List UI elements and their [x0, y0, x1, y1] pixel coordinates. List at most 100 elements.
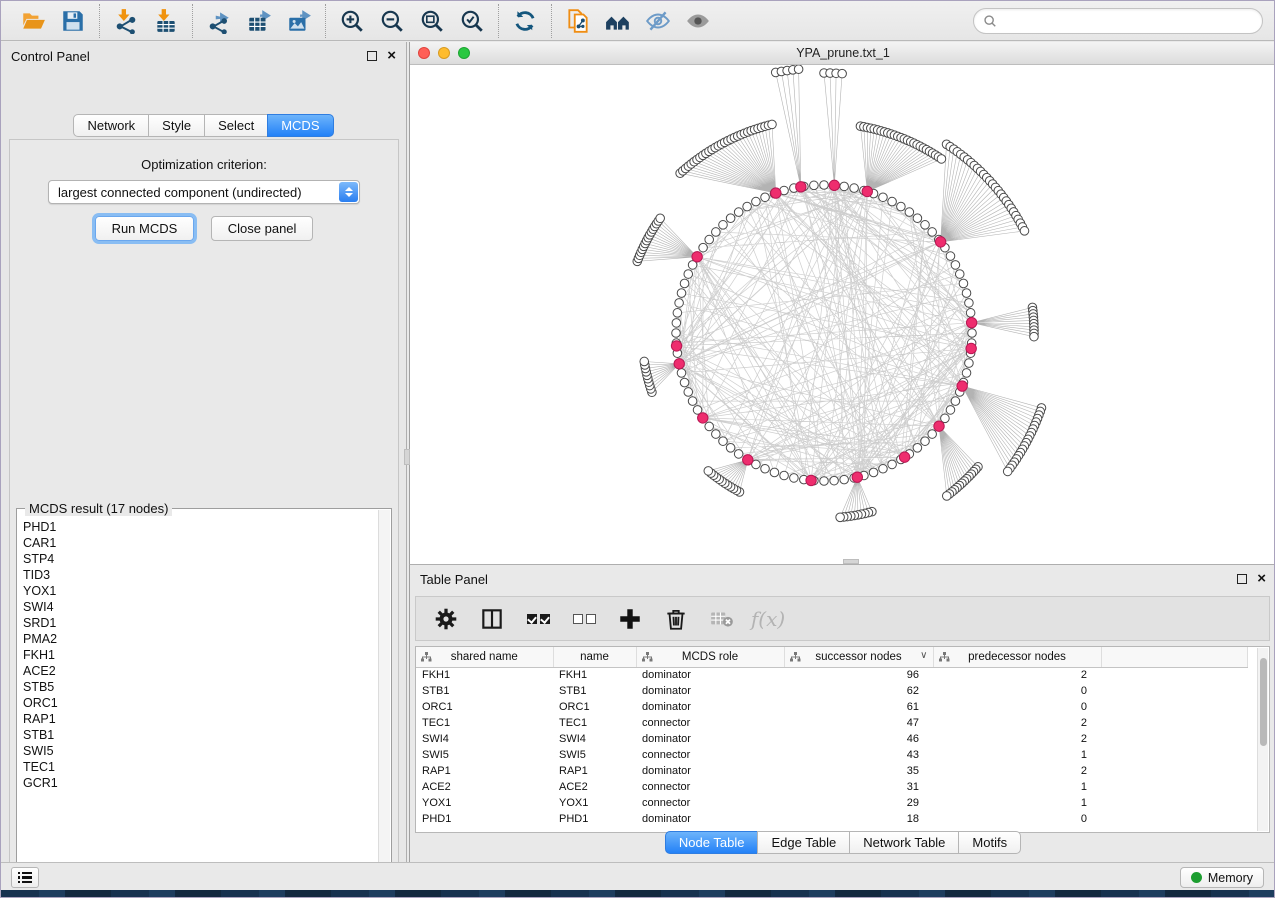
- import-network-icon[interactable]: [110, 6, 142, 36]
- table-row[interactable]: STB1STB1dominator620: [416, 683, 1248, 699]
- deselect-all-checks-icon[interactable]: [570, 604, 598, 634]
- table-cell[interactable]: RAP1: [553, 763, 636, 779]
- vertical-splitter-handle[interactable]: [404, 449, 410, 465]
- show-columns-icon[interactable]: [478, 604, 506, 634]
- memory-button[interactable]: Memory: [1180, 867, 1264, 888]
- window-zoom-icon[interactable]: [458, 47, 470, 59]
- add-column-icon[interactable]: [616, 604, 644, 634]
- task-history-button[interactable]: [11, 867, 39, 888]
- table-cell[interactable]: ACE2: [416, 779, 553, 795]
- delete-column-icon[interactable]: [662, 604, 690, 634]
- table-row[interactable]: RAP1RAP1dominator352: [416, 763, 1248, 779]
- table-cell[interactable]: [1101, 667, 1248, 683]
- window-minimize-icon[interactable]: [438, 47, 450, 59]
- table-cell[interactable]: 1: [933, 779, 1101, 795]
- table-cell[interactable]: FKH1: [553, 667, 636, 683]
- zoom-in-icon[interactable]: [336, 6, 368, 36]
- table-cell[interactable]: 61: [784, 699, 933, 715]
- table-cell[interactable]: connector: [636, 795, 784, 811]
- column-header-mcds-role[interactable]: MCDS role: [636, 647, 784, 667]
- zoom-fit-icon[interactable]: [416, 6, 448, 36]
- hide-selected-icon[interactable]: [642, 6, 674, 36]
- mcds-result-item[interactable]: RAP1: [23, 711, 378, 727]
- table-cell[interactable]: connector: [636, 715, 784, 731]
- table-cell[interactable]: TEC1: [553, 715, 636, 731]
- table-cell[interactable]: [1101, 699, 1248, 715]
- float-table-panel-icon[interactable]: [1237, 574, 1247, 584]
- table-row[interactable]: SWI5SWI5connector431: [416, 747, 1248, 763]
- table-cell[interactable]: 0: [933, 699, 1101, 715]
- table-cell[interactable]: 2: [933, 763, 1101, 779]
- table-cell[interactable]: SWI5: [553, 747, 636, 763]
- table-cell[interactable]: 43: [784, 747, 933, 763]
- table-cell[interactable]: [1101, 763, 1248, 779]
- table-settings-gear-icon[interactable]: [432, 604, 460, 634]
- mcds-result-item[interactable]: PMA2: [23, 631, 378, 647]
- mcds-result-item[interactable]: TEC1: [23, 759, 378, 775]
- tab-network[interactable]: Network: [73, 114, 149, 137]
- table-cell[interactable]: ORC1: [553, 699, 636, 715]
- tab-network-table[interactable]: Network Table: [849, 831, 959, 854]
- search-input[interactable]: [1002, 14, 1253, 29]
- tab-motifs[interactable]: Motifs: [958, 831, 1021, 854]
- table-cell[interactable]: [1101, 731, 1248, 747]
- sort-descending-icon[interactable]: ∨: [920, 650, 927, 661]
- open-file-icon[interactable]: [17, 6, 49, 36]
- table-cell[interactable]: 2: [933, 731, 1101, 747]
- float-panel-icon[interactable]: [367, 51, 377, 61]
- tab-select[interactable]: Select: [204, 114, 268, 137]
- table-cell[interactable]: 1: [933, 747, 1101, 763]
- column-header-shared-name[interactable]: shared name: [416, 647, 553, 667]
- window-close-icon[interactable]: [418, 47, 430, 59]
- mcds-result-item[interactable]: PHD1: [23, 519, 378, 535]
- table-cell[interactable]: connector: [636, 747, 784, 763]
- mcds-result-item[interactable]: YOX1: [23, 583, 378, 599]
- table-cell[interactable]: 31: [784, 779, 933, 795]
- run-mcds-button[interactable]: Run MCDS: [95, 216, 195, 241]
- table-cell[interactable]: PHD1: [553, 811, 636, 827]
- table-cell[interactable]: 1: [933, 795, 1101, 811]
- table-cell[interactable]: [1101, 795, 1248, 811]
- table-cell[interactable]: SWI4: [553, 731, 636, 747]
- first-neighbors-icon[interactable]: [602, 6, 634, 36]
- network-canvas[interactable]: [410, 65, 1275, 563]
- tab-node-table[interactable]: Node Table: [665, 831, 759, 854]
- export-table-icon[interactable]: [243, 6, 275, 36]
- table-cell[interactable]: FKH1: [416, 667, 553, 683]
- criterion-select[interactable]: largest connected component (undirected): [48, 180, 360, 204]
- tab-mcds[interactable]: MCDS: [267, 114, 333, 137]
- column-header-successor-nodes[interactable]: successor nodes∨: [784, 647, 933, 667]
- table-cell[interactable]: 47: [784, 715, 933, 731]
- tab-style[interactable]: Style: [148, 114, 205, 137]
- table-row[interactable]: FKH1FKH1dominator962: [416, 667, 1248, 683]
- table-cell[interactable]: SWI5: [416, 747, 553, 763]
- table-row[interactable]: SWI4SWI4dominator462: [416, 731, 1248, 747]
- table-cell[interactable]: RAP1: [416, 763, 553, 779]
- table-cell[interactable]: 2: [933, 715, 1101, 731]
- mcds-result-item[interactable]: FKH1: [23, 647, 378, 663]
- select-all-checks-icon[interactable]: [524, 604, 552, 634]
- mcds-result-item[interactable]: SWI5: [23, 743, 378, 759]
- table-cell[interactable]: ORC1: [416, 699, 553, 715]
- save-session-icon[interactable]: [57, 6, 89, 36]
- duplicate-network-icon[interactable]: [562, 6, 594, 36]
- mcds-result-item[interactable]: SWI4: [23, 599, 378, 615]
- mcds-result-item[interactable]: TID3: [23, 567, 378, 583]
- table-cell[interactable]: 2: [933, 667, 1101, 683]
- table-cell[interactable]: STB1: [553, 683, 636, 699]
- export-network-icon[interactable]: [203, 6, 235, 36]
- table-cell[interactable]: 35: [784, 763, 933, 779]
- mcds-list-scrollbar[interactable]: [378, 510, 390, 878]
- table-cell[interactable]: PHD1: [416, 811, 553, 827]
- table-cell[interactable]: connector: [636, 779, 784, 795]
- zoom-out-icon[interactable]: [376, 6, 408, 36]
- mcds-result-item[interactable]: GCR1: [23, 775, 378, 791]
- table-cell[interactable]: dominator: [636, 699, 784, 715]
- table-scrollbar-thumb[interactable]: [1260, 658, 1267, 746]
- close-table-panel-icon[interactable]: ×: [1257, 574, 1266, 584]
- export-image-icon[interactable]: [283, 6, 315, 36]
- table-cell[interactable]: ACE2: [553, 779, 636, 795]
- table-cell[interactable]: 62: [784, 683, 933, 699]
- table-cell[interactable]: [1101, 683, 1248, 699]
- table-cell[interactable]: 29: [784, 795, 933, 811]
